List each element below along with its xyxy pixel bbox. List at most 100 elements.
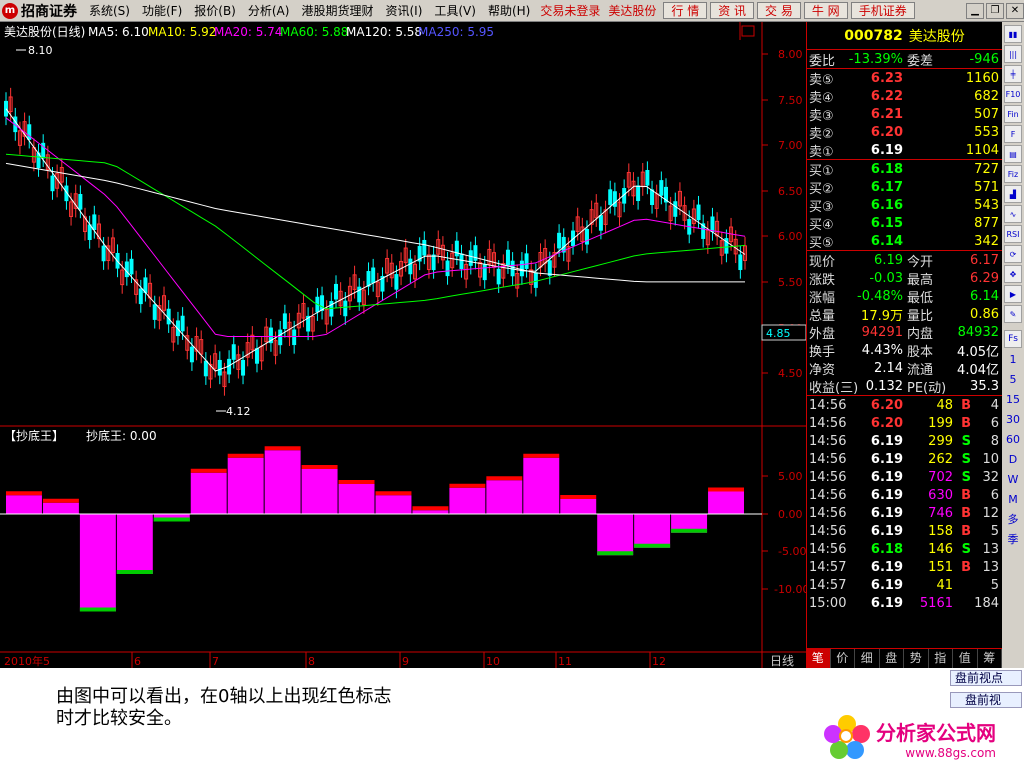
candle-body [333,283,338,300]
tick-volume: 48 [936,397,953,413]
ma-line-ma60 [5,153,746,310]
indicator-bar [375,495,412,514]
indicator-signal [6,491,42,496]
kline-icon[interactable]: ╪ [1004,65,1022,83]
buy-price: 6.16 [870,197,903,213]
quote-tab[interactable]: 细 [855,649,880,668]
close-icon[interactable]: ✕ [1006,2,1024,19]
menu-analysis[interactable]: 分析(A) [242,2,296,19]
chart-icon[interactable]: ▟ [1004,185,1022,203]
menu-quote[interactable]: 报价(B) [188,2,242,19]
tick-row: 14:56 6.20 48 B 4 [807,396,1002,414]
candle-body [482,264,487,281]
tick-volume: 746 [928,505,953,521]
stat-value: 17.9万 [861,308,903,324]
play-icon[interactable]: ▶ [1004,285,1022,303]
quote-tab[interactable]: 价 [831,649,855,668]
tick-direction: S [961,451,971,467]
quote-tab[interactable]: 笔 [806,649,831,668]
tick-count: 5 [990,523,999,539]
indicator-title: 【抄底王】 [4,428,64,443]
period-button[interactable]: D [1004,449,1022,469]
tab-mobile[interactable]: 手机证券 [850,2,915,19]
period-label[interactable]: 日线 [770,654,794,668]
candle-body [189,346,194,363]
period-button[interactable]: 15 [1004,389,1022,409]
move-icon[interactable]: ✥ [1004,265,1022,283]
buy-row: 买③ 6.16 543 [807,196,1002,215]
tick-volume: 299 [928,433,953,449]
indicator-signal [412,506,449,511]
tick-row: 14:56 6.19 702 S 32 [807,468,1002,486]
sell-row: 卖③ 6.21 507 [807,105,1002,124]
menu-system[interactable]: 系统(S) [83,2,136,19]
period-button[interactable]: 季 [1004,529,1022,549]
period-button[interactable]: 多 [1004,509,1022,529]
period-button[interactable]: W [1004,469,1022,489]
candle-body [278,329,283,346]
buy-level-label: 买④ [809,217,834,233]
stat-value: 6.14 [970,288,999,304]
sell-row: 卖② 6.20 553 [807,123,1002,142]
menu-function[interactable]: 功能(F) [136,2,188,19]
tab-news[interactable]: 资 讯 [710,2,755,19]
panel-toggle-icon[interactable] [741,25,755,37]
quote-tab[interactable]: 盘 [880,649,904,668]
quote-tab[interactable]: 指 [929,649,953,668]
candle-body [584,228,589,245]
book-icon[interactable]: ▤ [1004,145,1022,163]
pencil-icon[interactable]: ✎ [1004,305,1022,323]
restore-icon[interactable]: ❐ [986,2,1004,19]
popup-premarket-2[interactable]: 盘前视 [950,692,1022,708]
quote-header: 000782 美达股份 [807,22,1002,50]
period-button[interactable]: 1 [1004,349,1022,369]
rsi-icon[interactable]: RSI [1004,225,1022,243]
tab-bull-net[interactable]: 牛 网 [803,2,848,19]
menu-hk-futures[interactable]: 港股期货理财 [295,2,379,19]
menu-info[interactable]: 资讯(I) [379,2,428,19]
price-tick: 8.00 [778,48,803,61]
buy-level-label: 买⑤ [809,235,834,251]
quote-tab[interactable]: 势 [904,649,929,668]
line-icon[interactable]: ∿ [1004,205,1022,223]
date-axis: 2010年5 6 7 8 9 10 11 12 [4,652,666,668]
tick-row: 14:57 6.19 151 B 13 [807,558,1002,576]
popup-premarket-1[interactable]: 盘前视点 [950,670,1022,686]
period-button[interactable]: 30 [1004,409,1022,429]
tab-market[interactable]: 行 情 [663,2,708,19]
candle-body [4,100,8,117]
quote-tab[interactable]: 值 [953,649,978,668]
quote-tab[interactable]: 筹 [978,649,1002,668]
stat-value: 6.29 [970,270,999,286]
stat-row: 现价 6.19 今开 6.17 [807,251,1002,270]
stat-label: 流通 [907,362,934,378]
menu-help[interactable]: 帮助(H) [482,2,536,19]
fiz-icon[interactable]: Fiz [1004,165,1022,183]
fin-icon[interactable]: Fin [1004,105,1022,123]
price-tick: 7.50 [778,94,803,107]
tick-volume: 199 [928,415,953,431]
indicator-tick: -10.00 [774,583,806,596]
refresh-icon[interactable]: ⟳ [1004,245,1022,263]
tick-time: 14:57 [809,577,847,593]
vol-bars-icon[interactable]: ▮▮ [1004,25,1022,43]
stat-label: 现价 [809,254,836,270]
tick-time: 14:56 [809,505,847,521]
period-button[interactable]: 5 [1004,369,1022,389]
menu-tools[interactable]: 工具(V) [428,2,482,19]
indicator-signal [190,468,227,473]
kline-chart[interactable]: 美达股份(日线) MA5: 6.10 MA10: 5.92 MA20: 5.74… [0,22,809,668]
period-button[interactable]: M [1004,489,1022,509]
fs-button[interactable]: Fs [1004,330,1022,348]
sell-level-label: 卖② [809,126,834,142]
tab-trade[interactable]: 交 易 [757,2,801,19]
tick-time: 14:56 [809,469,847,485]
bars-icon[interactable]: ||| [1004,45,1022,63]
price-tick: 5.50 [778,276,803,289]
tick-time: 14:56 [809,451,847,467]
f10-icon[interactable]: F10 [1004,85,1022,103]
minimize-icon[interactable]: ▁ [966,2,984,19]
tick-price: 6.19 [870,469,903,485]
period-button[interactable]: 60 [1004,429,1022,449]
f-icon[interactable]: F [1004,125,1022,143]
